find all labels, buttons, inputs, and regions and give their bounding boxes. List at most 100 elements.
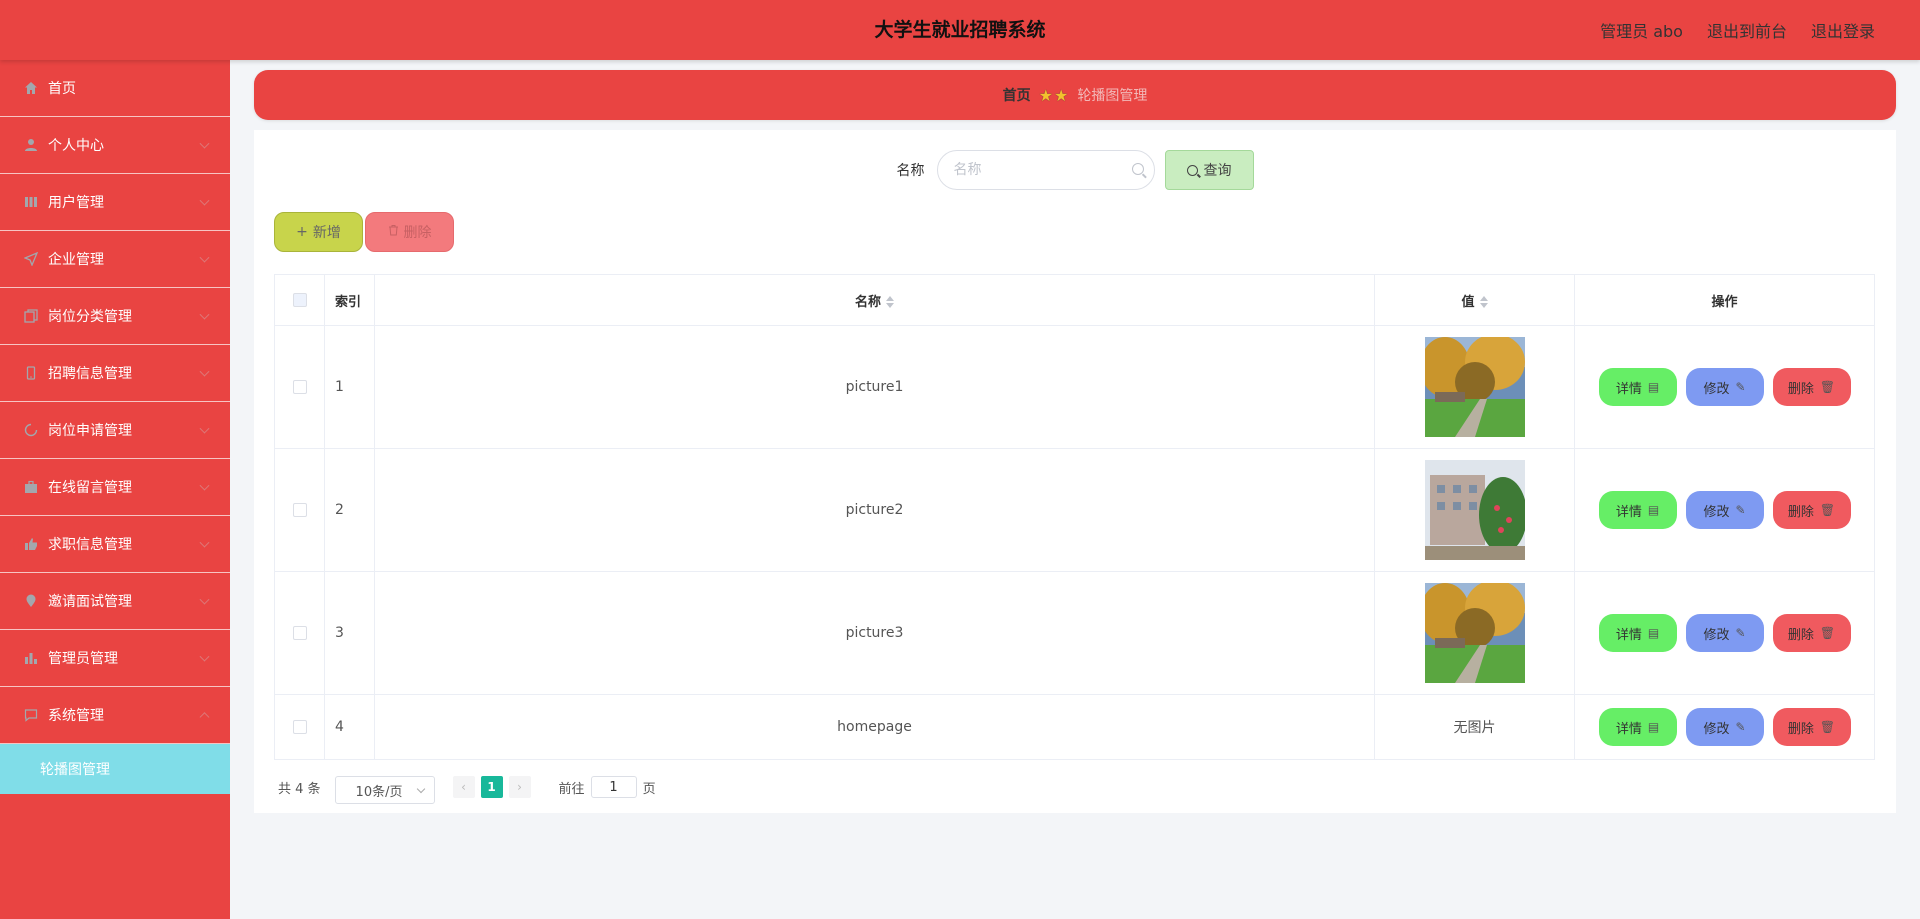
breadcrumb-home[interactable]: 首页	[1003, 85, 1031, 105]
user-icon	[24, 138, 38, 152]
sort-icon[interactable]	[886, 296, 894, 308]
pencil-icon: ✎	[1735, 380, 1746, 394]
briefcase-icon	[24, 480, 38, 494]
sidebar-item-label: 个人中心	[48, 138, 104, 154]
detail-button[interactable]: 详情 ▤	[1598, 368, 1677, 406]
row-name: picture3	[374, 571, 1375, 695]
sidebar-item-label: 在线留言管理	[48, 480, 132, 496]
sidebar-item-jobseeker[interactable]: 求职信息管理	[0, 516, 230, 573]
campus-autumn-thumbnail[interactable]	[1424, 583, 1525, 683]
row-actions: 详情 ▤ 修改 ✎ 删除 🗑	[1575, 368, 1874, 406]
delete-label: 删除	[1787, 627, 1814, 643]
next-page-button[interactable]: ›	[508, 776, 531, 798]
sidebar-item-interview[interactable]: 邀请面试管理	[0, 573, 230, 630]
row-checkbox[interactable]	[292, 720, 307, 734]
sidebar-item-company[interactable]: 企业管理	[0, 231, 230, 288]
delete-label: 删除	[1787, 381, 1814, 397]
sidebar-item-profile[interactable]: 个人中心	[0, 117, 230, 174]
campus-autumn-thumbnail[interactable]	[1424, 337, 1525, 437]
chevron-down-icon	[199, 423, 210, 434]
back-to-front-link[interactable]: 退出到前台	[1707, 18, 1787, 42]
chevron-down-icon	[199, 138, 210, 149]
batch-delete-button[interactable]: 删除	[365, 212, 454, 252]
select-all-checkbox[interactable]	[292, 293, 307, 307]
location-icon	[24, 594, 38, 608]
logout-link[interactable]: 退出登录	[1811, 18, 1875, 42]
campus-building-thumbnail[interactable]	[1424, 460, 1525, 560]
goto-prefix: 前往	[558, 781, 585, 797]
table-row: 3 picture3 详情 ▤ 修改 ✎ 删除 🗑	[274, 571, 1875, 695]
table-row: 1 picture1 详情 ▤ 修改 ✎ 删除 🗑	[274, 325, 1875, 449]
sidebar-item-label: 岗位分类管理	[48, 309, 132, 325]
header-name[interactable]: 名称	[374, 274, 1375, 326]
sidebar-item-label: 招聘信息管理	[48, 366, 132, 382]
sidebar-item-system[interactable]: 系统管理	[0, 687, 230, 744]
row-index: 4	[324, 694, 375, 760]
sidebar-item-home[interactable]: 首页	[0, 60, 230, 117]
delete-button[interactable]: 删除 🗑	[1772, 491, 1851, 529]
page-number-current[interactable]: 1	[480, 776, 503, 798]
row-actions: 详情 ▤ 修改 ✎ 删除 🗑	[1575, 614, 1874, 652]
search-icon	[1131, 163, 1144, 175]
detail-label: 详情	[1615, 504, 1642, 520]
add-button[interactable]: + 新增	[274, 212, 363, 252]
search-label: 名称	[896, 163, 925, 179]
goto-page-input[interactable]	[590, 776, 637, 798]
header-name-label: 名称	[854, 294, 881, 310]
search-input[interactable]	[937, 151, 1154, 189]
sidebar-item-job-apply[interactable]: 岗位申请管理	[0, 402, 230, 459]
sidebar-item-label: 管理员管理	[48, 651, 118, 667]
edit-button[interactable]: 修改 ✎	[1685, 614, 1764, 652]
delete-button[interactable]: 删除 🗑	[1772, 708, 1851, 746]
delete-button[interactable]: 删除 🗑	[1772, 368, 1851, 406]
sidebar-item-admins[interactable]: 管理员管理	[0, 630, 230, 687]
row-actions: 详情 ▤ 修改 ✎ 删除 🗑	[1575, 708, 1874, 746]
trash-icon: 🗑	[1819, 626, 1836, 640]
goto-page: 前往 页	[559, 776, 656, 798]
trash-icon: 🗑	[1819, 720, 1836, 734]
row-actions: 详情 ▤ 修改 ✎ 删除 🗑	[1575, 491, 1874, 529]
plus-icon: +	[296, 224, 308, 240]
search-bar: 名称 查询	[254, 150, 1896, 190]
trash-icon: 🗑	[1819, 503, 1836, 517]
mobile-icon	[24, 366, 38, 380]
chevron-down-icon	[199, 366, 210, 377]
sidebar-subitem-carousel[interactable]: 轮播图管理	[0, 744, 230, 794]
edit-button[interactable]: 修改 ✎	[1685, 708, 1764, 746]
sidebar-item-users[interactable]: 用户管理	[0, 174, 230, 231]
table-row: 4 homepage 无图片 详情 ▤ 修改 ✎ 删除 🗑	[274, 694, 1875, 760]
edit-button[interactable]: 修改 ✎	[1685, 368, 1764, 406]
sidebar: 首页 个人中心 用户管理 企业管理 岗位分类管理 招聘信息管理 岗位申请管理 在…	[0, 60, 230, 919]
chevron-down-icon	[199, 480, 210, 491]
prev-page-button[interactable]: ‹	[452, 776, 475, 798]
sidebar-item-messages[interactable]: 在线留言管理	[0, 459, 230, 516]
page-size-select[interactable]: 10条/页	[334, 776, 435, 804]
row-checkbox[interactable]	[292, 626, 307, 640]
header-operations: 操作	[1574, 274, 1875, 326]
add-button-label: 新增	[312, 225, 341, 241]
edit-label: 修改	[1703, 627, 1730, 643]
query-button-label: 查询	[1203, 163, 1232, 179]
row-checkbox[interactable]	[292, 503, 307, 517]
row-checkbox[interactable]	[292, 380, 307, 394]
sidebar-item-job-category[interactable]: 岗位分类管理	[0, 288, 230, 345]
sidebar-item-recruit-info[interactable]: 招聘信息管理	[0, 345, 230, 402]
chevron-right-icon: ›	[517, 780, 522, 794]
header-value[interactable]: 值	[1374, 274, 1575, 326]
detail-button[interactable]: 详情 ▤	[1598, 491, 1677, 529]
delete-button[interactable]: 删除 🗑	[1772, 614, 1851, 652]
chat-icon	[24, 708, 38, 722]
sort-icon[interactable]	[1479, 296, 1488, 308]
table-row: 2 picture2 详情 ▤ 修改 ✎ 删除 🗑	[274, 448, 1875, 572]
header-value-label: 值	[1461, 294, 1475, 310]
row-name: picture1	[374, 325, 1375, 449]
home-icon	[24, 81, 38, 95]
sidebar-item-label: 首页	[48, 81, 76, 97]
query-button[interactable]: 查询	[1164, 150, 1254, 190]
edit-button[interactable]: 修改 ✎	[1685, 491, 1764, 529]
detail-button[interactable]: 详情 ▤	[1598, 708, 1677, 746]
detail-button[interactable]: 详情 ▤	[1598, 614, 1677, 652]
row-name: homepage	[374, 694, 1375, 760]
chevron-down-icon	[199, 651, 210, 662]
loading-icon	[24, 423, 38, 437]
